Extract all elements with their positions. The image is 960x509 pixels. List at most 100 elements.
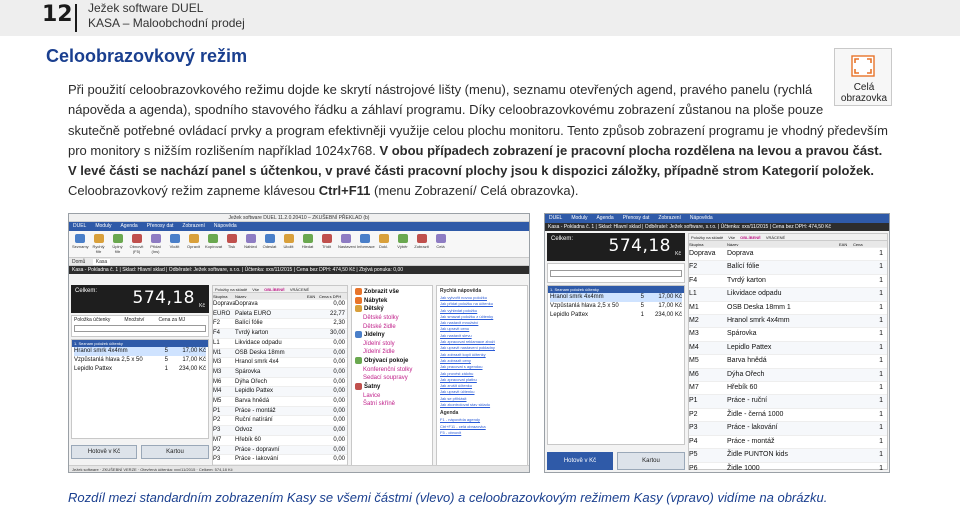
menu-item[interactable]: Přenosy dat — [623, 215, 650, 221]
toolbar-button[interactable]: Uložit — [281, 234, 296, 254]
menu-item[interactable]: Agenda — [596, 215, 613, 221]
pay-cash-button-fullscreen[interactable]: Hotově v Kč — [547, 452, 613, 470]
tree-category[interactable]: Jídelny — [355, 331, 429, 340]
item-input-fullscreen[interactable] — [550, 270, 682, 277]
tree-subcategory[interactable]: Dětské židle — [355, 323, 429, 332]
grid-row[interactable]: P4 Práce - montáž 1 — [689, 436, 887, 450]
filter-tab[interactable]: OBLÍBENÉ — [740, 235, 761, 240]
grid-row[interactable]: L1 Likvidace odpadu 1 — [689, 288, 887, 302]
tree-subcategory[interactable]: Jídelní stoly — [355, 340, 429, 349]
tree-subcategory[interactable]: Šatní skříně — [355, 400, 429, 409]
grid-row[interactable]: P3 Práce - lakování 0,00 — [213, 455, 347, 465]
toolbar-button[interactable]: Nastavení — [338, 234, 356, 254]
agenda-link[interactable]: F5 - obnovit — [440, 430, 524, 436]
toolbar-button[interactable]: Úplný filtr — [110, 234, 125, 254]
toolbar-button[interactable]: Informace — [357, 234, 375, 254]
grid-row[interactable]: P2 Židle - černá 1000 1 — [689, 409, 887, 423]
tab-home[interactable]: Domů — [72, 259, 85, 265]
filter-tab[interactable]: Vše — [252, 287, 259, 292]
toolbar-button[interactable]: Třídit — [319, 234, 334, 254]
tree-subcategory[interactable]: Konferenční stolky — [355, 366, 429, 375]
grid-row[interactable]: M7 Hřebík 60 0,00 — [213, 436, 347, 446]
item-input[interactable] — [74, 325, 206, 332]
grid-row[interactable]: P2 Ruční natírání 0,00 — [213, 416, 347, 427]
pay-card-button-fullscreen[interactable]: Kartou — [617, 452, 685, 470]
receipt-row[interactable]: Lepidlo Pattex 1 234,00 Kč — [74, 365, 206, 374]
grid-row[interactable]: M5 Barva hnědá 0,00 — [213, 397, 347, 407]
toolbar-button[interactable]: Tisk — [224, 234, 239, 254]
grid-header-cell[interactable]: EAN — [839, 241, 853, 247]
grid-header-cell[interactable]: Název — [727, 241, 839, 247]
receipt-row[interactable]: Vzpůstanlá hlava 2,5 x 50 5 17,00 Kč — [74, 356, 206, 365]
filter-tab[interactable]: OBLÍBENÉ — [264, 287, 285, 292]
toolbar-button[interactable]: Kopírovat — [205, 234, 222, 254]
toolbar-button[interactable]: Přidat (Ins) — [148, 234, 163, 254]
tab-kasa[interactable]: Kasa — [92, 259, 111, 265]
grid-header-cell[interactable]: Cena — [853, 241, 883, 247]
grid-row[interactable]: M5 Barva hnědá 1 — [689, 355, 887, 369]
grid-row[interactable]: M6 Dýha Ořech 0,00 — [213, 378, 347, 388]
menu-item[interactable]: Moduly — [571, 215, 587, 221]
tree-category[interactable]: Šatny — [355, 382, 429, 392]
menu-item[interactable]: Zobrazení — [658, 215, 681, 221]
receipt-row[interactable]: Hranol smrk 4x4mm 5 17,00 Kč — [550, 293, 682, 302]
grid-header-cell[interactable]: Skupina — [213, 293, 235, 299]
filter-tab[interactable]: Vše — [728, 235, 735, 240]
filter-tab[interactable]: Položky na skladě — [691, 235, 723, 240]
menu-item[interactable]: Přenosy dat — [147, 223, 174, 229]
toolbar-button[interactable]: Dokl. — [376, 234, 391, 254]
menu-item[interactable]: Agenda — [120, 223, 137, 229]
filter-tab[interactable]: Položky na skladě — [215, 287, 247, 292]
tree-category[interactable]: Obývací pokoje — [355, 357, 429, 366]
grid-row[interactable]: M3 Spárovka 1 — [689, 328, 887, 342]
grid-row[interactable]: P5 Židle PUNTON kids 1 — [689, 449, 887, 463]
pay-card-button[interactable]: Kartou — [141, 445, 209, 459]
menu-item[interactable]: Nápověda — [690, 215, 713, 221]
grid-row[interactable]: M6 Dýha Ořech 1 — [689, 368, 887, 383]
fullscreen-button[interactable]: Celá obrazovka — [834, 48, 892, 106]
receipt-tab-fullscreen[interactable]: 1. Seznam položek účtenky — [548, 286, 684, 293]
grid-row[interactable]: M4 Lepidlo Pattex 1 — [689, 341, 887, 356]
filter-tab[interactable]: VRÁCENÉ — [766, 235, 785, 240]
menu-item[interactable]: Nápověda — [214, 223, 237, 229]
toolbar-button[interactable]: Odeslat — [262, 234, 277, 254]
grid-row[interactable]: M1 OSB Deska 18mm 0,00 — [213, 348, 347, 359]
receipt-row[interactable]: Hranol smrk 4x4mm 5 17,00 Kč — [74, 347, 206, 356]
grid-row[interactable]: M1 OSB Deska 18mm 1 1 — [689, 302, 887, 316]
grid-row[interactable]: EURO Paleta EURO 22,77 — [213, 309, 347, 320]
tree-subcategory[interactable]: Dětské stolky — [355, 314, 429, 323]
menu-item[interactable]: Zobrazení — [182, 223, 205, 229]
grid-row[interactable]: F4 Tvrdý karton 30,00 — [213, 329, 347, 339]
grid-row[interactable]: M2 Hranol smrk 4x4mm 1 — [689, 315, 887, 329]
tree-show-all[interactable]: Zobrazit vše — [355, 288, 429, 297]
grid-row[interactable]: F2 Balící fólie 2,30 — [213, 319, 347, 330]
toolbar-button[interactable]: Hledat — [300, 234, 315, 254]
tree-category[interactable]: Dětský — [355, 305, 429, 314]
grid-header-cell[interactable]: Název — [235, 293, 307, 299]
grid-row[interactable]: Doprava Doprava 0,00 — [213, 300, 347, 310]
toolbar-button[interactable]: Opravit — [186, 234, 201, 254]
menu-item[interactable]: Moduly — [95, 223, 111, 229]
grid-row[interactable]: L1 Likvidace odpadu 0,00 — [213, 339, 347, 349]
grid-row[interactable]: M4 Lepidlo Pattex 0,00 — [213, 387, 347, 398]
receipt-row[interactable]: Lepidlo Pattex 1 234,00 Kč — [550, 311, 682, 320]
grid-row[interactable]: P1 Práce - ruční 1 — [689, 395, 887, 409]
grid-row[interactable]: P1 Práce - montáž 0,00 — [213, 406, 347, 417]
tree-subcategory[interactable]: Lavice — [355, 392, 429, 401]
filter-tab[interactable]: VRÁCENÉ — [290, 287, 309, 292]
menu-item[interactable]: DUEL — [73, 223, 86, 229]
receipt-row[interactable]: Vzpůstanlá hlava 2,5 x 50 5 17,00 Kč — [550, 302, 682, 311]
toolbar-button[interactable]: Vložit — [167, 234, 182, 254]
toolbar-button[interactable]: Rychlý filtr — [91, 234, 106, 254]
grid-row[interactable]: M3 Hranol smrk 4x4 0,00 — [213, 358, 347, 368]
tree-subcategory[interactable]: Sedací soupravy — [355, 374, 429, 383]
menu-item[interactable]: DUEL — [549, 215, 562, 221]
grid-row[interactable]: F2 Balící fólie 1 — [689, 261, 887, 275]
toolbar-button[interactable]: Obnovit (F5) — [129, 234, 144, 254]
grid-row[interactable]: M7 Hřebík 60 1 — [689, 382, 887, 396]
toolbar-button[interactable]: Zobrazit — [414, 234, 429, 254]
grid-header-cell[interactable]: Skupina — [689, 241, 727, 247]
grid-row[interactable]: P3 Práce - lakování 1 — [689, 422, 887, 436]
toolbar-button[interactable]: Celá — [433, 234, 448, 254]
receipt-tab[interactable]: 1. Seznam položek účtenky — [72, 340, 208, 347]
